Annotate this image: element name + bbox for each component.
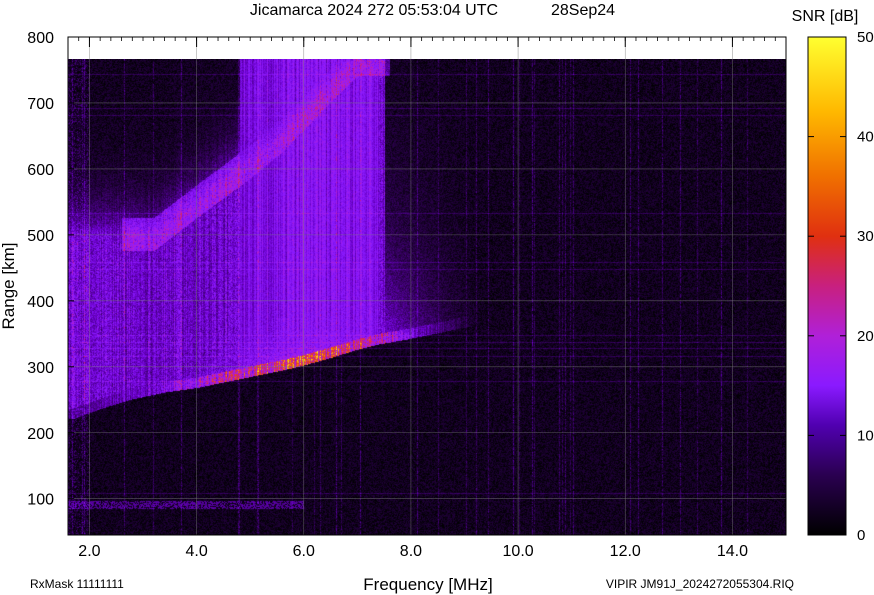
- x-tick-label: 4.0: [185, 543, 207, 560]
- date-label: 28Sep24: [551, 2, 615, 19]
- y-tick-label: 700: [27, 96, 54, 113]
- colorbar-tick-label: 0: [857, 527, 865, 544]
- y-tick-label: 600: [27, 162, 54, 179]
- rx-mask-label: RxMask 11111111: [30, 577, 124, 591]
- y-tick-label: 800: [27, 30, 54, 47]
- y-tick-label: 500: [27, 228, 54, 245]
- colorbar-tick-label: 20: [857, 328, 874, 345]
- x-tick-label: 10.0: [503, 543, 534, 560]
- y-tick-label: 100: [27, 492, 54, 509]
- x-tick-label: 8.0: [400, 543, 422, 560]
- x-axis-label: Frequency [MHz]: [363, 575, 492, 594]
- colorbar-tick-label: 40: [857, 129, 874, 146]
- x-tick-label: 12.0: [610, 543, 641, 560]
- x-tick-label: 2.0: [78, 543, 100, 560]
- y-tick-label: 200: [27, 426, 54, 443]
- y-axis-label: Range [km]: [0, 243, 18, 330]
- colorbar-tick-label: 50: [857, 29, 874, 46]
- y-tick-label: 400: [27, 294, 54, 311]
- colorbar-tick-label: 30: [857, 228, 874, 245]
- x-tick-label: 6.0: [293, 543, 315, 560]
- y-tick-label: 300: [27, 360, 54, 377]
- chart-title: Jicamarca 2024 272 05:53:04 UTC: [250, 2, 498, 19]
- heatmap-image: [68, 59, 786, 535]
- colorbar: [807, 36, 847, 536]
- colorbar-label: SNR [dB]: [792, 8, 859, 25]
- y-axis-ticks: 100 200 300 400 500 600 700 800: [27, 30, 74, 509]
- file-label: VIPIR JM91J_2024272055304.RIQ: [606, 577, 794, 591]
- x-tick-label: 14.0: [717, 543, 748, 560]
- colorbar-tick-label: 10: [857, 427, 874, 444]
- ionogram-chart: Jicamarca 2024 272 05:53:04 UTC 28Sep24 …: [0, 2, 874, 594]
